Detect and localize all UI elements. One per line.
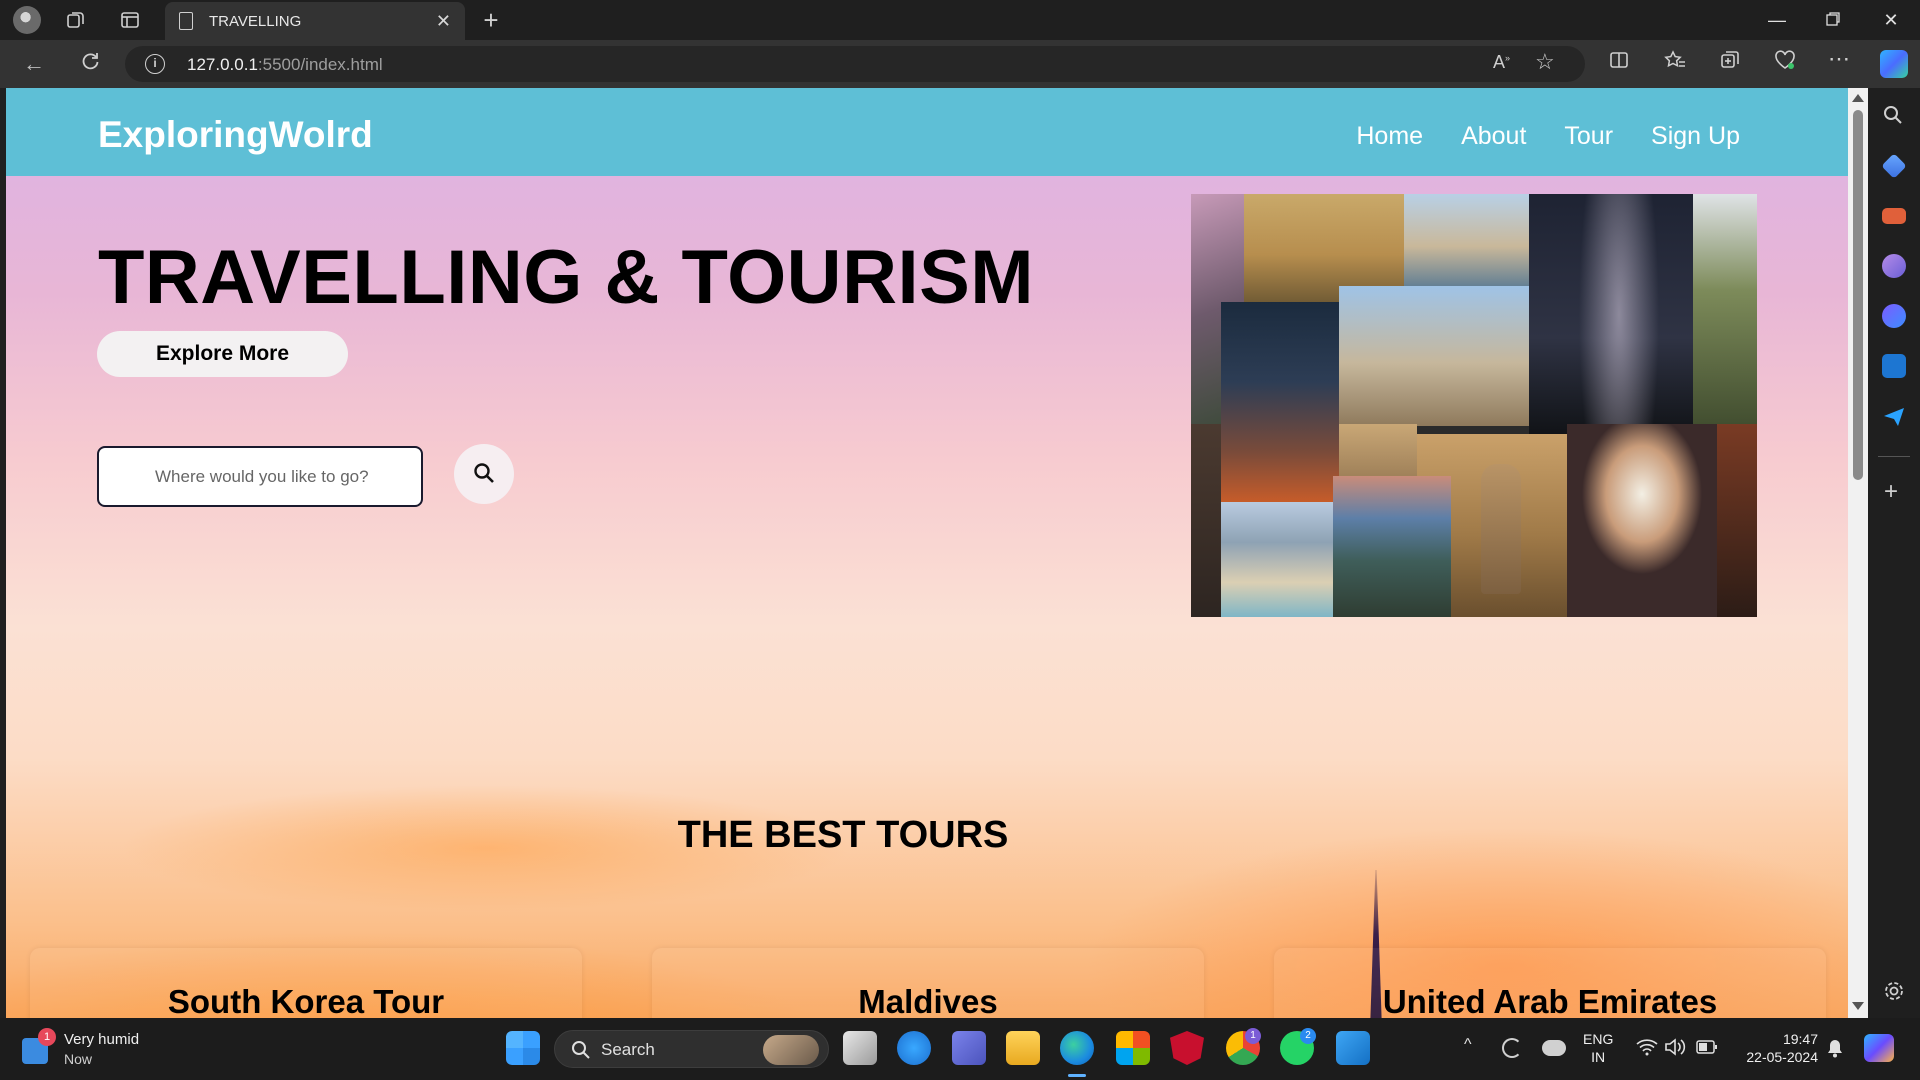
- collections-icon[interactable]: [1715, 50, 1745, 76]
- active-tab[interactable]: TRAVELLING ✕: [165, 2, 465, 40]
- mcafee-icon[interactable]: [1170, 1031, 1204, 1065]
- add-sidebar-app-icon[interactable]: +: [1884, 478, 1898, 506]
- vscode-icon[interactable]: [1336, 1031, 1370, 1065]
- favorite-star-icon[interactable]: ☆: [1535, 49, 1555, 75]
- page-icon: [179, 12, 193, 30]
- page-viewport: ExploringWolrd Home About Tour Sign Up T…: [6, 88, 1848, 1018]
- browser-essentials-icon[interactable]: [1770, 50, 1800, 76]
- start-button[interactable]: [506, 1031, 540, 1065]
- refresh-icon[interactable]: [74, 50, 106, 78]
- best-tours-heading: THE BEST TOURS: [677, 814, 1009, 856]
- close-tab-icon[interactable]: ✕: [436, 11, 451, 32]
- explore-more-button[interactable]: Explore More: [97, 331, 348, 377]
- clock[interactable]: 19:47 22-05-2024: [1736, 1030, 1818, 1066]
- tour-title-south-korea: South Korea Tour: [167, 983, 445, 1018]
- tab-title: TRAVELLING: [209, 12, 302, 30]
- task-view-icon[interactable]: [843, 1031, 877, 1065]
- microsoft-365-icon[interactable]: [1882, 304, 1906, 328]
- show-hidden-icons-chevron[interactable]: ^: [1464, 1036, 1472, 1054]
- address-bar[interactable]: i 127.0.0.1:5500/index.html A» ☆: [125, 46, 1585, 82]
- windows-taskbar: 1 Very humid Now Search 1 2 ^ ENG IN 19:…: [0, 1018, 1920, 1080]
- hero-title: TRAVELLING & TOURISM: [98, 235, 1035, 320]
- language-top: ENG: [1583, 1031, 1614, 1047]
- drop-icon[interactable]: [1882, 404, 1906, 428]
- weather-text: Very humid: [64, 1031, 140, 1048]
- battery-icon[interactable]: [1696, 1040, 1718, 1059]
- search-icon: [473, 462, 495, 487]
- tab-actions-icon[interactable]: [116, 6, 144, 34]
- browser-tab-bar: TRAVELLING ✕ + — ✕: [0, 0, 1920, 40]
- file-explorer-icon[interactable]: [1006, 1031, 1040, 1065]
- main-nav: Home About Tour Sign Up: [1356, 122, 1740, 151]
- search-button[interactable]: [454, 444, 514, 504]
- destination-search-input[interactable]: [97, 446, 423, 507]
- url-host: 127.0.0.1: [187, 55, 258, 74]
- search-highlight-image: [763, 1035, 819, 1065]
- wifi-icon[interactable]: [1636, 1038, 1658, 1061]
- scroll-up-arrow[interactable]: [1852, 94, 1864, 102]
- new-tab-button[interactable]: +: [477, 5, 505, 35]
- tools-icon[interactable]: [1882, 208, 1906, 224]
- nav-about[interactable]: About: [1461, 122, 1526, 151]
- copilot-icon[interactable]: [1880, 50, 1908, 78]
- chrome-badge: 1: [1245, 1028, 1261, 1044]
- language-indicator[interactable]: ENG IN: [1583, 1030, 1613, 1066]
- site-header: ExploringWolrd Home About Tour Sign Up: [6, 88, 1848, 176]
- onedrive-icon[interactable]: [1542, 1040, 1566, 1056]
- games-icon[interactable]: [1882, 254, 1906, 278]
- whatsapp-badge: 2: [1300, 1028, 1316, 1044]
- sidebar-search-icon[interactable]: [1882, 104, 1904, 131]
- profile-avatar[interactable]: [13, 6, 41, 34]
- workspaces-icon[interactable]: [62, 6, 90, 34]
- back-arrow-icon[interactable]: ←: [18, 50, 50, 78]
- site-info-icon[interactable]: i: [145, 54, 165, 74]
- page-scrollbar[interactable]: [1848, 88, 1868, 1018]
- taskbar-search[interactable]: Search: [554, 1030, 829, 1068]
- teams-icon[interactable]: [952, 1031, 986, 1065]
- language-bottom: IN: [1591, 1049, 1606, 1065]
- nav-tour[interactable]: Tour: [1564, 122, 1613, 151]
- nav-sign-up[interactable]: Sign Up: [1651, 122, 1740, 151]
- tour-title-uae: United Arab Emirates: [1382, 983, 1718, 1018]
- minimize-button[interactable]: —: [1752, 4, 1802, 36]
- scroll-down-arrow[interactable]: [1852, 1002, 1864, 1010]
- tour-title-maldives: Maldives: [858, 983, 998, 1018]
- shopping-icon[interactable]: [1881, 153, 1907, 179]
- read-aloud-icon[interactable]: A»: [1493, 52, 1510, 73]
- url-path: :5500/index.html: [257, 55, 383, 74]
- copilot-taskbar-icon[interactable]: [1864, 1034, 1894, 1062]
- taskbar-search-icon: [571, 1040, 591, 1065]
- edge-browser-icon[interactable]: [1060, 1031, 1094, 1065]
- volume-icon[interactable]: [1664, 1038, 1686, 1061]
- sidebar-settings-icon[interactable]: [1883, 980, 1905, 1007]
- more-options-icon[interactable]: ⋯: [1824, 46, 1854, 72]
- close-window-button[interactable]: ✕: [1866, 4, 1916, 36]
- site-logo[interactable]: ExploringWolrd: [98, 114, 373, 156]
- outlook-icon[interactable]: [1882, 354, 1906, 378]
- taskbar-search-label: Search: [601, 1040, 655, 1059]
- microsoft-store-icon[interactable]: [1116, 1031, 1150, 1065]
- split-screen-icon[interactable]: [1604, 50, 1634, 76]
- clock-time: 19:47: [1782, 1031, 1818, 1047]
- nav-home[interactable]: Home: [1356, 122, 1423, 151]
- scrollbar-thumb[interactable]: [1853, 110, 1863, 480]
- url-text[interactable]: 127.0.0.1:5500/index.html: [187, 55, 383, 75]
- notification-bell-icon[interactable]: [1826, 1038, 1844, 1063]
- sync-icon[interactable]: [1502, 1038, 1522, 1058]
- help-app-icon[interactable]: [897, 1031, 931, 1065]
- travel-photo-collage: [1191, 194, 1757, 617]
- favorites-icon[interactable]: [1660, 50, 1690, 76]
- browser-toolbar: ← i 127.0.0.1:5500/index.html A» ☆ ⋯: [0, 40, 1920, 88]
- edge-sidebar: +: [1868, 50, 1920, 1018]
- clock-date: 22-05-2024: [1746, 1049, 1818, 1065]
- restore-button[interactable]: [1808, 4, 1858, 36]
- weather-sub: Now: [64, 1051, 93, 1067]
- weather-badge: 1: [38, 1028, 56, 1046]
